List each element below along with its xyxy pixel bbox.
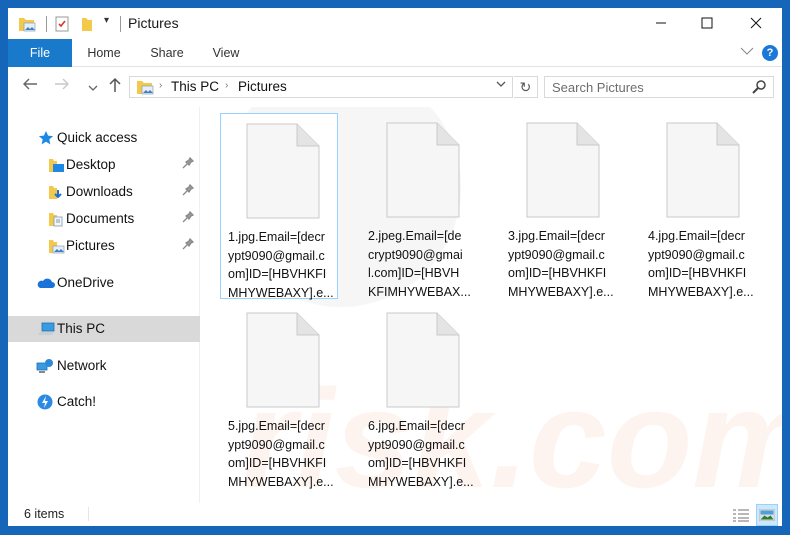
sidebar-item-label: Desktop: [66, 157, 116, 172]
breadcrumb-this-pc[interactable]: This PC: [171, 79, 219, 94]
minimize-button[interactable]: [638, 8, 684, 38]
sidebar-item-label: Downloads: [66, 184, 133, 199]
search-box[interactable]: Search Pictures: [544, 76, 774, 98]
navigation-pane: Quick access Desktop Downloads Documents…: [8, 107, 200, 503]
computer-icon: [38, 321, 56, 340]
sidebar-item-label: This PC: [57, 321, 106, 336]
file-name: 3.jpg.Email=[decr ypt9090@gmail.c om]ID=…: [508, 229, 614, 299]
blank-document-icon: [526, 122, 600, 223]
maximize-button[interactable]: [684, 8, 730, 38]
large-icons-view-icon: [759, 509, 775, 521]
file-name: 1.jpg.Email=[decr ypt9090@gmail.c om]ID=…: [228, 230, 334, 300]
sidebar-item-this-pc[interactable]: This PC: [8, 316, 200, 342]
file-item[interactable]: 1.jpg.Email=[decr ypt9090@gmail.c om]ID=…: [220, 113, 338, 300]
file-name: 6.jpg.Email=[decr ypt9090@gmail.c om]ID=…: [368, 419, 474, 489]
new-folder-icon[interactable]: [80, 16, 94, 37]
back-button[interactable]: [22, 77, 38, 96]
details-view-button[interactable]: [730, 504, 752, 526]
sidebar-item-label: Catch!: [57, 394, 97, 409]
help-button[interactable]: ?: [762, 45, 778, 61]
blank-document-icon: [246, 312, 320, 413]
catch-icon: [37, 394, 53, 413]
file-item[interactable]: 4.jpg.Email=[decr ypt9090@gmail.c om]ID=…: [641, 113, 759, 299]
downloads-folder-icon: [48, 184, 66, 203]
cloud-icon: [36, 275, 55, 294]
sidebar-item-label: Documents: [66, 211, 135, 226]
large-icons-view-button[interactable]: [756, 504, 778, 526]
tab-share[interactable]: Share: [144, 39, 190, 67]
pin-icon[interactable]: [182, 183, 195, 199]
details-view-icon: [733, 509, 749, 522]
sidebar-item-pictures[interactable]: Pictures: [8, 233, 200, 259]
pictures-folder-icon: [136, 79, 154, 100]
sidebar-item-label: OneDrive: [57, 275, 115, 290]
refresh-button[interactable]: ↻: [514, 76, 538, 98]
sidebar-item-network[interactable]: Network: [8, 353, 200, 379]
network-icon: [36, 358, 54, 377]
separator: [46, 16, 47, 32]
expand-ribbon-icon[interactable]: [740, 45, 754, 59]
status-bar: 6 items: [8, 503, 782, 526]
sidebar-item-desktop[interactable]: Desktop: [8, 152, 200, 178]
breadcrumb-pictures[interactable]: Pictures: [238, 79, 287, 94]
desktop-folder-icon: [48, 157, 66, 176]
sidebar-item-onedrive[interactable]: OneDrive: [8, 270, 200, 296]
file-list: risk.com 1.jpg.Email=[decr ypt9090@gmail…: [201, 107, 782, 503]
blank-document-icon: [386, 312, 460, 413]
sidebar-item-documents[interactable]: Documents: [8, 206, 200, 232]
address-bar[interactable]: › This PC › Pictures: [129, 76, 513, 98]
separator: [120, 16, 121, 32]
file-item[interactable]: 3.jpg.Email=[decr ypt9090@gmail.c om]ID=…: [501, 113, 619, 299]
file-item[interactable]: 6.jpg.Email=[decr ypt9090@gmail.c om]ID=…: [361, 303, 479, 489]
pictures-folder-icon: [48, 238, 66, 257]
pin-icon[interactable]: [182, 210, 195, 226]
forward-button[interactable]: [54, 77, 70, 96]
sidebar-item-downloads[interactable]: Downloads: [8, 179, 200, 205]
item-count: 6 items: [24, 507, 65, 521]
file-item[interactable]: 2.jpeg.Email=[de crypt9090@gmai l.com]ID…: [361, 113, 479, 299]
customize-toolbar-dropdown[interactable]: ▾: [104, 15, 109, 26]
pictures-folder-icon[interactable]: [18, 16, 36, 37]
blank-document-icon: [246, 123, 320, 224]
tab-home[interactable]: Home: [80, 39, 128, 67]
blank-document-icon: [386, 122, 460, 223]
explorer-window: ▾ Pictures File Home Share View ? › This…: [8, 8, 782, 526]
address-dropdown-button[interactable]: [496, 80, 506, 91]
up-button[interactable]: [108, 77, 122, 98]
star-icon: [38, 130, 54, 149]
sidebar-item-quick-access[interactable]: Quick access: [8, 125, 200, 151]
navigation-bar: › This PC › Pictures ↻ Search Pictures: [8, 67, 782, 107]
sidebar-item-label: Quick access: [57, 130, 138, 145]
sidebar-item-catch[interactable]: Catch!: [8, 389, 200, 415]
properties-icon[interactable]: [54, 16, 70, 37]
file-name: 4.jpg.Email=[decr ypt9090@gmail.c om]ID=…: [648, 229, 754, 299]
window-title: Pictures: [128, 15, 179, 31]
separator: [88, 507, 89, 521]
tab-view[interactable]: View: [206, 39, 246, 67]
sidebar-item-label: Pictures: [66, 238, 115, 253]
ribbon: File Home Share View ?: [8, 39, 782, 225]
file-name: 2.jpeg.Email=[de crypt9090@gmai l.com]ID…: [368, 229, 471, 299]
documents-folder-icon: [48, 211, 66, 230]
file-item[interactable]: 5.jpg.Email=[decr ypt9090@gmail.c om]ID=…: [221, 303, 339, 489]
pin-icon[interactable]: [182, 156, 195, 172]
close-button[interactable]: [733, 8, 779, 38]
breadcrumb-separator[interactable]: ›: [159, 80, 162, 91]
breadcrumb-separator[interactable]: ›: [225, 80, 228, 91]
blank-document-icon: [666, 122, 740, 223]
pin-icon[interactable]: [182, 237, 195, 253]
sidebar-item-label: Network: [57, 358, 107, 373]
search-icon[interactable]: [751, 79, 767, 100]
window-frame: ▾ Pictures File Home Share View ? › This…: [0, 0, 790, 535]
search-input[interactable]: Search Pictures: [552, 80, 644, 95]
title-bar: ▾ Pictures: [8, 8, 782, 38]
file-name: 5.jpg.Email=[decr ypt9090@gmail.c om]ID=…: [228, 419, 334, 489]
recent-locations-button[interactable]: [88, 79, 98, 97]
